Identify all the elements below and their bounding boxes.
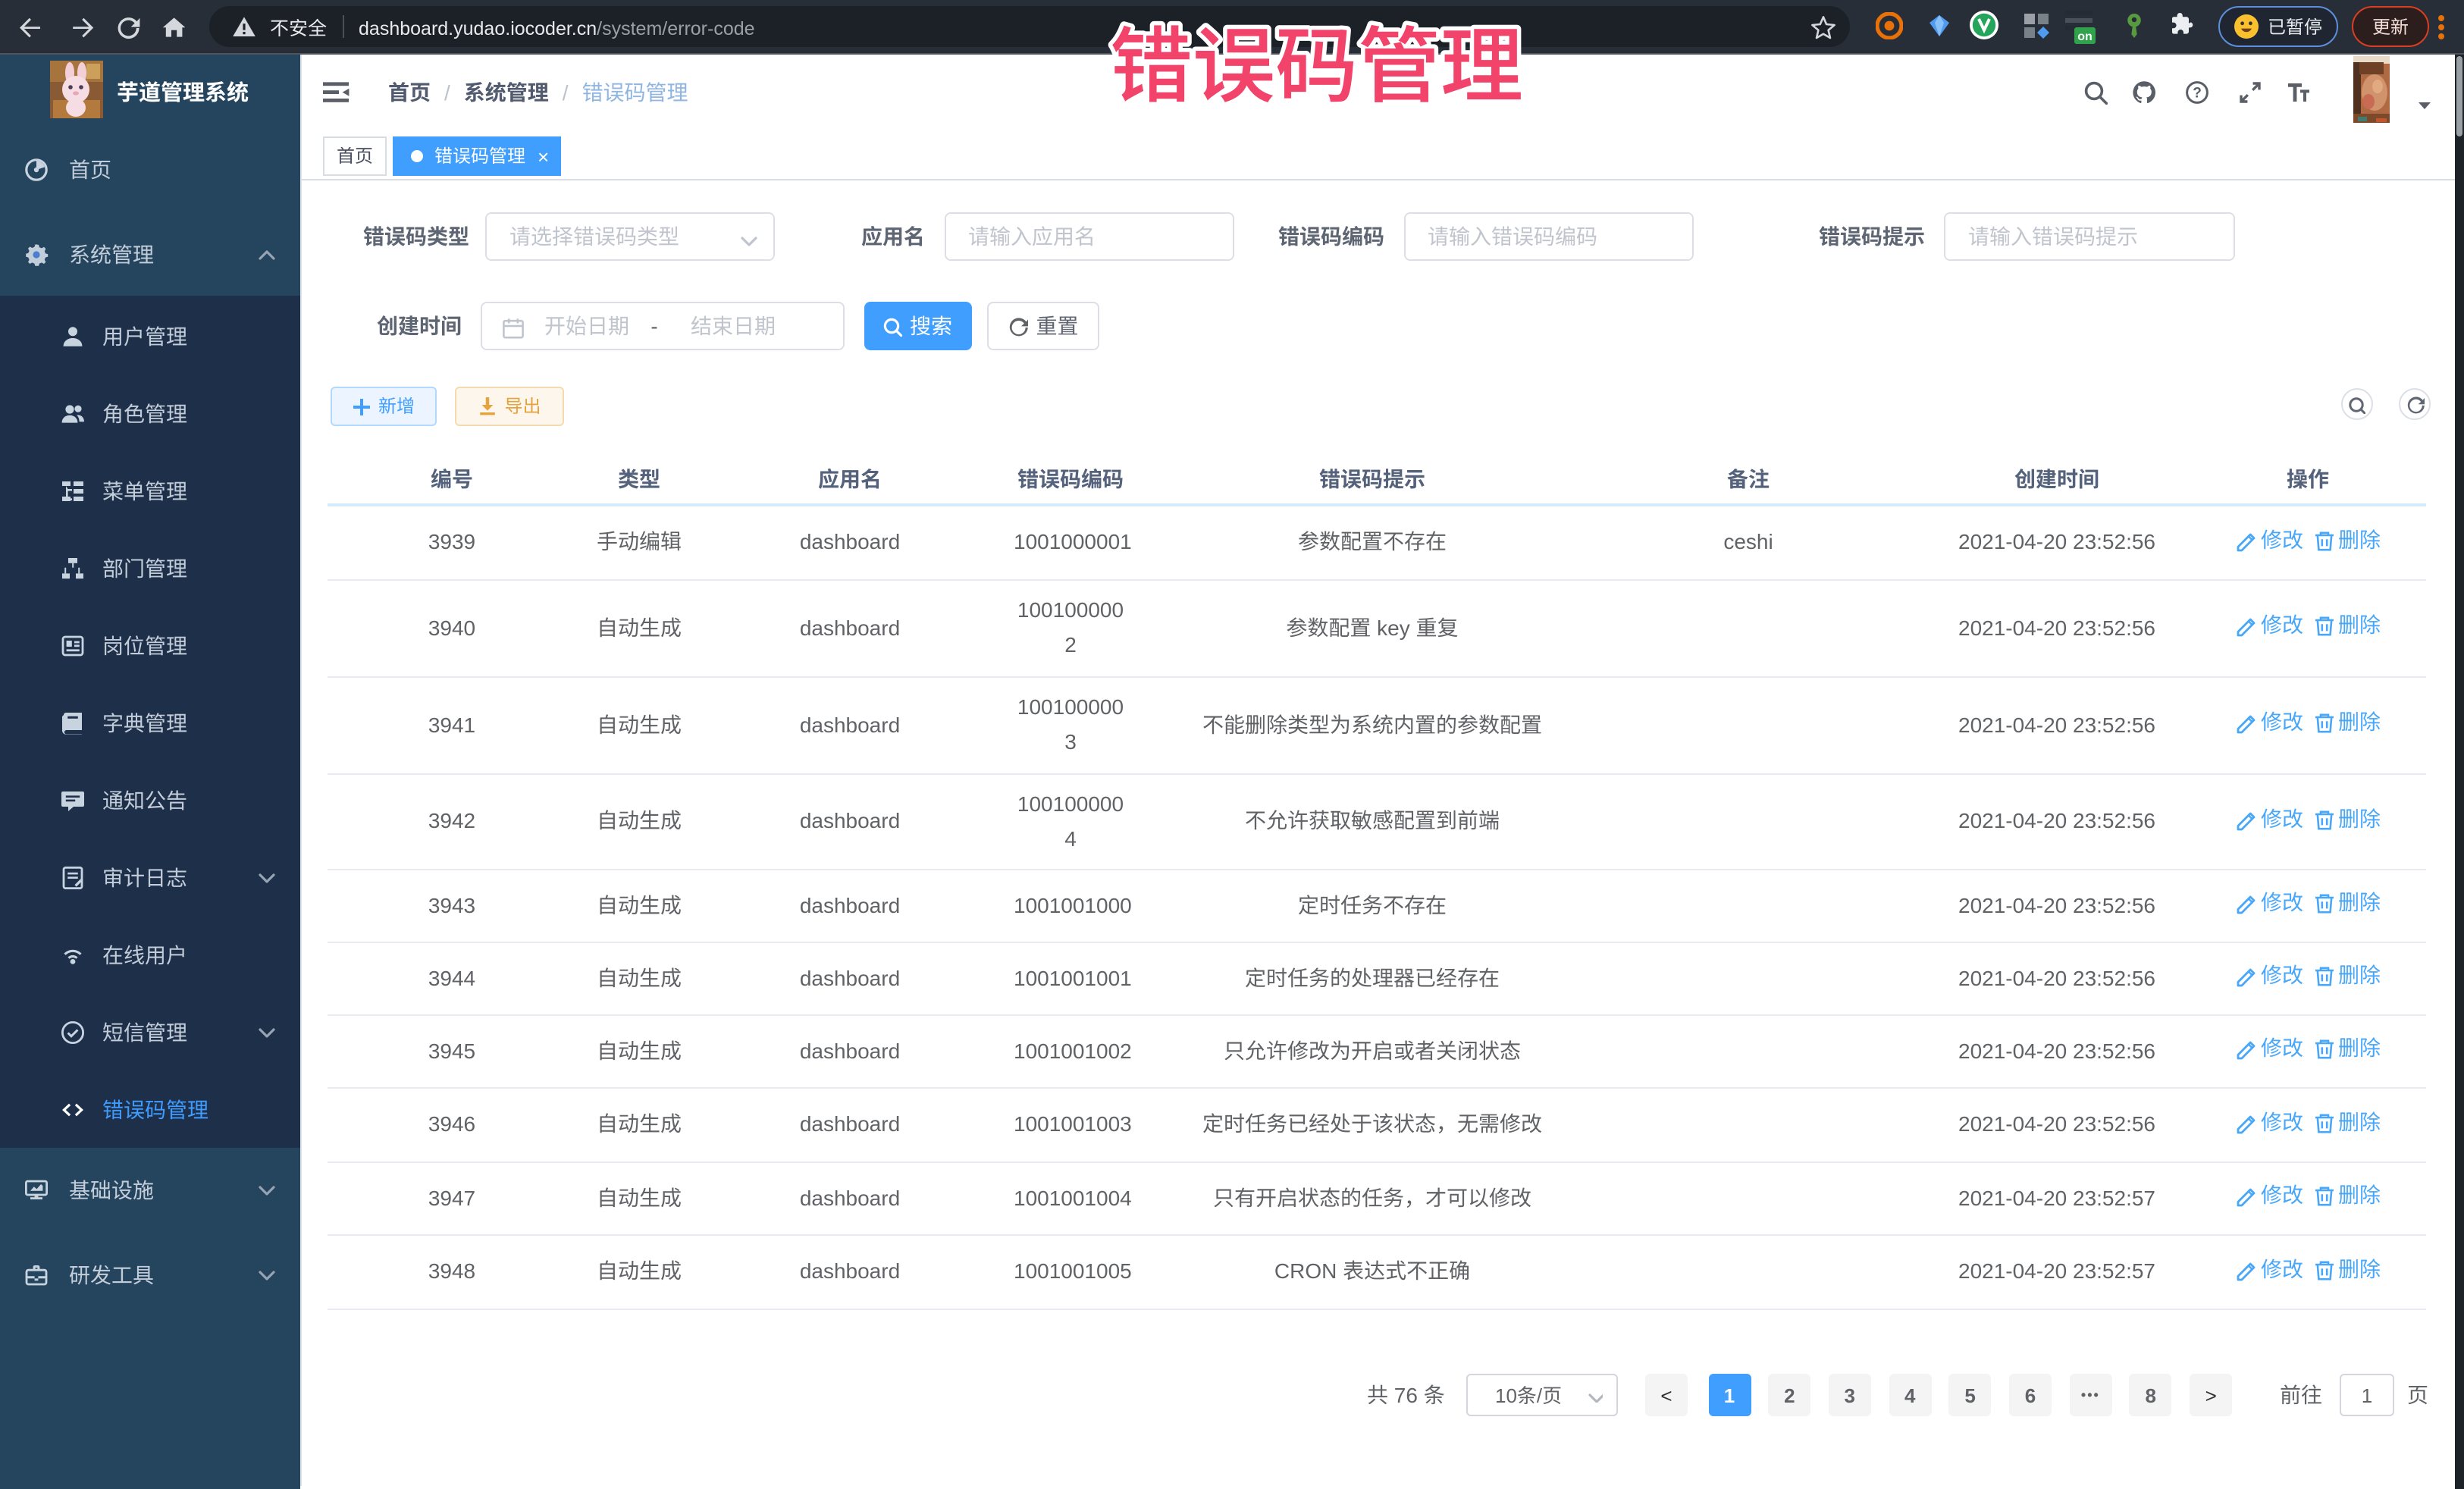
- svg-text:?: ?: [2193, 80, 2202, 101]
- svg-text:on: on: [2077, 26, 2093, 44]
